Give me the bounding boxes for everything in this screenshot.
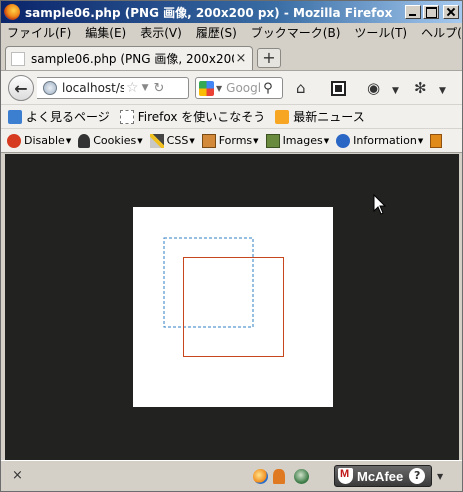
png-image-drawing xyxy=(163,237,284,357)
bookmark-getting-started[interactable]: Firefox を使いこなそう xyxy=(119,108,266,125)
close-window-button[interactable] xyxy=(443,5,459,19)
reload-icon[interactable]: ↻ xyxy=(153,81,164,96)
url-dropmarker-icon[interactable]: ▼ xyxy=(142,83,149,93)
navigation-bar: ← localhost/s ☆ ▼ ↻ ▼ Googl ⚲ ⌂ ◉ ▼ ✻ ▼ xyxy=(1,70,462,104)
minimize-button[interactable] xyxy=(405,5,421,19)
dev-menu-label: Cookies xyxy=(93,134,137,147)
dropdown-arrow-icon: ▼ xyxy=(137,136,143,145)
forms-icon xyxy=(201,133,216,148)
dev-cookies-menu[interactable]: Cookies ▼ xyxy=(78,133,143,148)
mcafee-button[interactable]: McAfee ? xyxy=(334,465,432,487)
addon-status-icon[interactable] xyxy=(294,469,309,484)
globe-icon[interactable] xyxy=(43,81,57,95)
menu-bar: ファイル(F) 編集(E) 表示(V) 履歴(S) ブックマーク(B) ツール(… xyxy=(1,23,462,42)
dashed-rectangle xyxy=(163,237,254,328)
dev-menu-label: Forms xyxy=(218,134,253,147)
dev-menu-label: Images xyxy=(282,134,323,147)
mcafee-label: McAfee xyxy=(357,468,404,484)
url-bar[interactable]: localhost/s ☆ ▼ ↻ xyxy=(37,77,189,99)
menu-file[interactable]: ファイル(F) xyxy=(7,24,71,41)
solid-rectangle xyxy=(183,257,284,357)
addon-status-icon[interactable] xyxy=(253,469,268,484)
addon-dropmarker-icon[interactable]: ▼ xyxy=(439,83,446,99)
dropdown-arrow-icon: ▼ xyxy=(323,136,330,145)
firefox-logo-icon[interactable] xyxy=(4,4,20,20)
page-content xyxy=(5,154,459,460)
mcafee-shield-icon xyxy=(338,468,353,484)
help-icon[interactable]: ? xyxy=(409,468,426,484)
bookmarks-toolbar: よく見るページ Firefox を使いこなそう 最新ニュース xyxy=(1,104,462,128)
bookmark-label: 最新ニュース xyxy=(293,110,365,124)
screenshot-icon[interactable]: ◉ xyxy=(367,80,380,96)
bookmark-label: Firefox を使いこなそう xyxy=(137,110,266,124)
title-bar[interactable]: sample06.php (PNG 画像, 200x200 px) - Mozi… xyxy=(1,1,462,23)
dev-css-menu[interactable]: CSS ▼ xyxy=(149,133,195,148)
home-icon[interactable]: ⌂ xyxy=(296,80,306,96)
google-engine-icon[interactable] xyxy=(199,80,214,96)
menu-view[interactable]: 表示(V) xyxy=(140,24,182,41)
dev-information-menu[interactable]: Information ▼ xyxy=(336,133,424,148)
dev-miscellaneous-menu[interactable] xyxy=(430,133,445,148)
dev-disable-menu[interactable]: Disable ▼ xyxy=(7,133,72,148)
mouse-cursor-icon xyxy=(373,194,387,215)
stop-icon[interactable] xyxy=(331,81,346,96)
disable-icon xyxy=(7,133,21,148)
menu-tools[interactable]: ツール(T) xyxy=(354,24,407,41)
new-tab-button[interactable]: + xyxy=(257,48,281,68)
menu-bookmarks[interactable]: ブックマーク(B) xyxy=(251,24,341,41)
addon-icon[interactable]: ✻ xyxy=(414,80,427,96)
dropdown-arrow-icon: ▼ xyxy=(417,136,424,145)
bookmark-star-icon[interactable]: ☆ xyxy=(126,80,139,96)
rss-feed-icon xyxy=(275,109,290,124)
tab-active[interactable]: sample06.php (PNG 画像, 200x200 px) × xyxy=(5,46,253,70)
dropdown-arrow-icon: ▼ xyxy=(189,136,195,145)
tab-label: sample06.php (PNG 画像, 200x200 px) xyxy=(31,52,234,66)
information-icon xyxy=(336,133,351,148)
cookies-icon xyxy=(78,133,91,148)
addon-bar: × McAfee ? ▼ xyxy=(1,460,462,491)
bookmark-page-icon xyxy=(119,109,134,124)
mcafee-dropmarker-icon[interactable]: ▼ xyxy=(437,472,443,481)
tab-close-icon[interactable]: × xyxy=(234,51,248,66)
web-developer-toolbar: Disable ▼ Cookies ▼ CSS ▼ Forms ▼ Images ▼ In… xyxy=(1,128,462,153)
css-pencil-icon xyxy=(149,133,164,148)
window-title: sample06.php (PNG 画像, 200x200 px) - Mozi… xyxy=(25,5,393,20)
miscellaneous-icon xyxy=(430,133,443,148)
search-icon[interactable]: ⚲ xyxy=(263,81,273,96)
window-controls xyxy=(405,5,459,19)
bookmark-latest-news[interactable]: 最新ニュース xyxy=(275,108,365,125)
dev-menu-label: Information xyxy=(353,134,417,147)
search-input[interactable]: Googl xyxy=(226,81,260,95)
bookmark-folder-icon xyxy=(8,109,22,124)
bookmark-most-visited[interactable]: よく見るページ xyxy=(8,108,110,125)
tab-strip: sample06.php (PNG 画像, 200x200 px) × + xyxy=(1,42,462,70)
menu-help[interactable]: ヘルプ(H) xyxy=(421,24,462,41)
bookmark-label: よく見るページ xyxy=(26,110,110,124)
dev-menu-label: CSS xyxy=(166,134,189,147)
browser-window: sample06.php (PNG 画像, 200x200 px) - Mozi… xyxy=(0,0,463,492)
page-favicon-icon xyxy=(11,51,25,66)
close-addon-bar-icon[interactable]: × xyxy=(12,468,23,483)
png-image xyxy=(133,207,333,407)
dropdown-arrow-icon: ▼ xyxy=(65,136,72,145)
images-icon xyxy=(265,133,280,148)
dev-forms-menu[interactable]: Forms ▼ xyxy=(201,133,259,148)
menu-edit[interactable]: 編集(E) xyxy=(85,24,126,41)
menu-history[interactable]: 履歴(S) xyxy=(196,24,237,41)
url-text[interactable]: localhost/s xyxy=(62,81,124,95)
screenshot-dropmarker-icon[interactable]: ▼ xyxy=(392,83,399,99)
dev-menu-label: Disable xyxy=(24,134,65,147)
dropdown-arrow-icon: ▼ xyxy=(253,136,259,145)
search-bar[interactable]: ▼ Googl ⚲ xyxy=(195,77,283,99)
dev-images-menu[interactable]: Images ▼ xyxy=(265,133,330,148)
addon-status-icon[interactable] xyxy=(273,469,285,484)
back-button[interactable]: ← xyxy=(8,75,34,101)
maximize-button[interactable] xyxy=(423,5,439,19)
search-engine-dropmarker-icon[interactable]: ▼ xyxy=(216,84,222,93)
